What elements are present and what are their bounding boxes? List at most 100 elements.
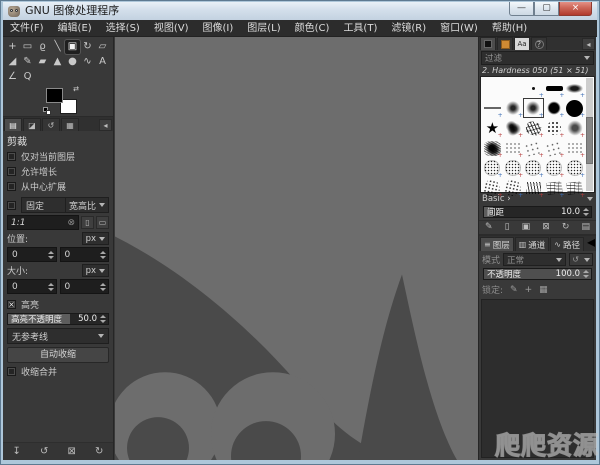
clone-tool-button[interactable]: ●	[65, 55, 80, 69]
size-width-spinner[interactable]: 0	[7, 279, 57, 294]
lock-pixels-button[interactable]: ✎	[510, 285, 518, 295]
tab-brushes[interactable]	[480, 37, 496, 51]
size-unit-dropdown[interactable]: px	[81, 264, 109, 277]
size-height-spinner[interactable]: 0	[59, 279, 109, 294]
save-tool-preset-button[interactable]: ↧	[9, 446, 25, 457]
menu-item-2[interactable]: 选择(S)	[99, 20, 147, 37]
tab-document-history[interactable]: ?	[531, 37, 547, 51]
brush-specks[interactable]: +	[523, 138, 544, 159]
edit-brush-button[interactable]: ✎	[485, 222, 493, 232]
tab-paths[interactable]: ∿ 路径	[550, 237, 585, 251]
position-y-spinner[interactable]: 0	[59, 247, 109, 262]
layer-opacity-slider[interactable]: 不透明度 100.0	[483, 268, 592, 280]
brush-soft2[interactable]: +	[564, 118, 585, 139]
brush-texcircle[interactable]: +	[523, 158, 544, 179]
brush-fuzzy[interactable]: +	[503, 118, 523, 139]
crop-tool-button[interactable]: ▣	[65, 40, 80, 54]
brush-filter-input[interactable]: 过滤	[481, 51, 594, 66]
device-status-tab[interactable]: ◪	[23, 118, 41, 131]
menu-item-7[interactable]: 工具(T)	[336, 20, 384, 37]
highlight-opacity-slider[interactable]: 高亮不透明度 50.0	[7, 313, 109, 325]
fixed-control[interactable]: 固定 宽高比	[21, 197, 109, 213]
checkbox-box[interactable]	[7, 367, 16, 376]
brush-texblob[interactable]: +	[482, 178, 503, 199]
brush-softellipse[interactable]: +	[564, 78, 585, 99]
brush-circle[interactable]: +	[564, 98, 585, 119]
mode-switch-button[interactable]: ↺	[569, 253, 593, 266]
layer-mode-dropdown[interactable]: 正常	[503, 253, 567, 266]
menu-item-4[interactable]: 图像(I)	[196, 20, 241, 37]
tab-patterns[interactable]	[497, 37, 513, 51]
rectangle-select-tool-button[interactable]: ▭	[20, 40, 35, 54]
menu-item-0[interactable]: 文件(F)	[3, 20, 51, 37]
brush-bar[interactable]: +	[544, 78, 564, 99]
brush-empty-cell[interactable]	[503, 78, 524, 98]
new-brush-button[interactable]: ▯	[505, 222, 510, 232]
checkbox-box[interactable]	[7, 182, 16, 191]
brush-charcoal[interactable]: +	[482, 138, 503, 159]
zoom-tool-button[interactable]: Q	[20, 70, 35, 84]
default-colors-icon[interactable]	[43, 107, 51, 115]
checkbox-highlight[interactable]: × 高亮	[3, 295, 113, 312]
eraser-tool-button[interactable]: ▰	[35, 55, 50, 69]
brush-hline[interactable]: +	[482, 98, 503, 119]
brush-scribble[interactable]: +	[523, 118, 544, 139]
brush-specks[interactable]: +	[544, 138, 564, 159]
dock-collapse-button[interactable]: ◂	[587, 232, 595, 251]
menu-item-9[interactable]: 窗口(W)	[433, 20, 485, 37]
tab-fonts[interactable]: Aa	[514, 37, 530, 51]
delete-saved-settings-button[interactable]: ⊠	[64, 446, 80, 457]
aspect-ratio-dropdown[interactable]: 宽高比	[64, 198, 108, 212]
tab-layers[interactable]: ≡ 图层	[480, 237, 514, 251]
brush-spray[interactable]: +	[564, 138, 585, 159]
dock-collapse-button[interactable]: ◂	[99, 119, 112, 131]
scrollbar-thumb[interactable]	[586, 116, 593, 165]
dock-collapse-button[interactable]: ◂	[582, 38, 595, 51]
brush-tinydot[interactable]: +	[523, 78, 544, 99]
fg-bg-color-widget[interactable]: ⇄	[43, 86, 79, 116]
menu-item-10[interactable]: 帮助(H)	[485, 20, 534, 37]
brush-texcircle[interactable]: +	[544, 158, 564, 179]
refresh-brushes-button[interactable]: ↻	[562, 222, 570, 232]
bucket-fill-tool-button[interactable]: ◢	[5, 55, 20, 69]
menu-item-3[interactable]: 视图(V)	[147, 20, 196, 37]
duplicate-brush-button[interactable]: ▣	[522, 222, 531, 232]
checkbox-box-checked[interactable]: ×	[7, 300, 16, 309]
brush-texcircle[interactable]: +	[503, 158, 523, 179]
checkbox-allow-growing[interactable]: 允许增长	[3, 164, 113, 179]
menu-item-5[interactable]: 图层(L)	[240, 20, 287, 37]
auto-shrink-button[interactable]: 自动收缩	[7, 347, 109, 363]
pointer-tab[interactable]: ▦	[61, 118, 79, 131]
paths-tool-button[interactable]: ╲	[50, 40, 65, 54]
brush-empty-cell[interactable]	[482, 78, 503, 98]
brush-sketch[interactable]: +	[564, 178, 585, 199]
menu-item-8[interactable]: 滤镜(R)	[384, 20, 433, 37]
brush-spacing-slider[interactable]: 间距 10.0	[483, 205, 592, 218]
titlebar[interactable]: GNU 图像处理程序 — ▢ ×	[3, 2, 597, 20]
tool-options-tab[interactable]: ▤	[4, 118, 22, 131]
brush-soft1[interactable]: +	[503, 98, 523, 119]
move-tool-button[interactable]: +	[5, 40, 20, 54]
menu-item-1[interactable]: 编辑(E)	[51, 20, 99, 37]
pencil-tool-button[interactable]: ✎	[20, 55, 35, 69]
menu-item-6[interactable]: 颜色(C)	[288, 20, 337, 37]
position-unit-dropdown[interactable]: px	[81, 232, 109, 245]
checkbox-box[interactable]	[7, 167, 16, 176]
landscape-orientation-button[interactable]: ▭	[96, 216, 109, 229]
lock-alpha-button[interactable]: ▦	[539, 285, 548, 295]
brush-hard[interactable]: +	[544, 98, 564, 119]
fixed-checkbox[interactable]	[7, 200, 16, 210]
brush-star[interactable]: ★ +	[482, 118, 503, 139]
open-brush-as-image-button[interactable]: ▤	[581, 222, 590, 232]
clear-icon[interactable]: ⊗	[67, 218, 75, 228]
reset-to-defaults-button[interactable]: ↻	[91, 446, 107, 457]
brush-texcircle[interactable]: +	[564, 158, 585, 179]
gradient-tool-button[interactable]: ▲	[50, 55, 65, 69]
portrait-orientation-button[interactable]: ▯	[81, 216, 94, 229]
checkbox-box[interactable]	[7, 152, 16, 161]
canvas-area[interactable]	[115, 37, 481, 460]
smudge-tool-button[interactable]: ∿	[80, 55, 95, 69]
brush-sketch[interactable]: +	[544, 178, 564, 199]
close-button[interactable]: ×	[559, 2, 592, 16]
maximize-button[interactable]: ▢	[534, 2, 559, 16]
